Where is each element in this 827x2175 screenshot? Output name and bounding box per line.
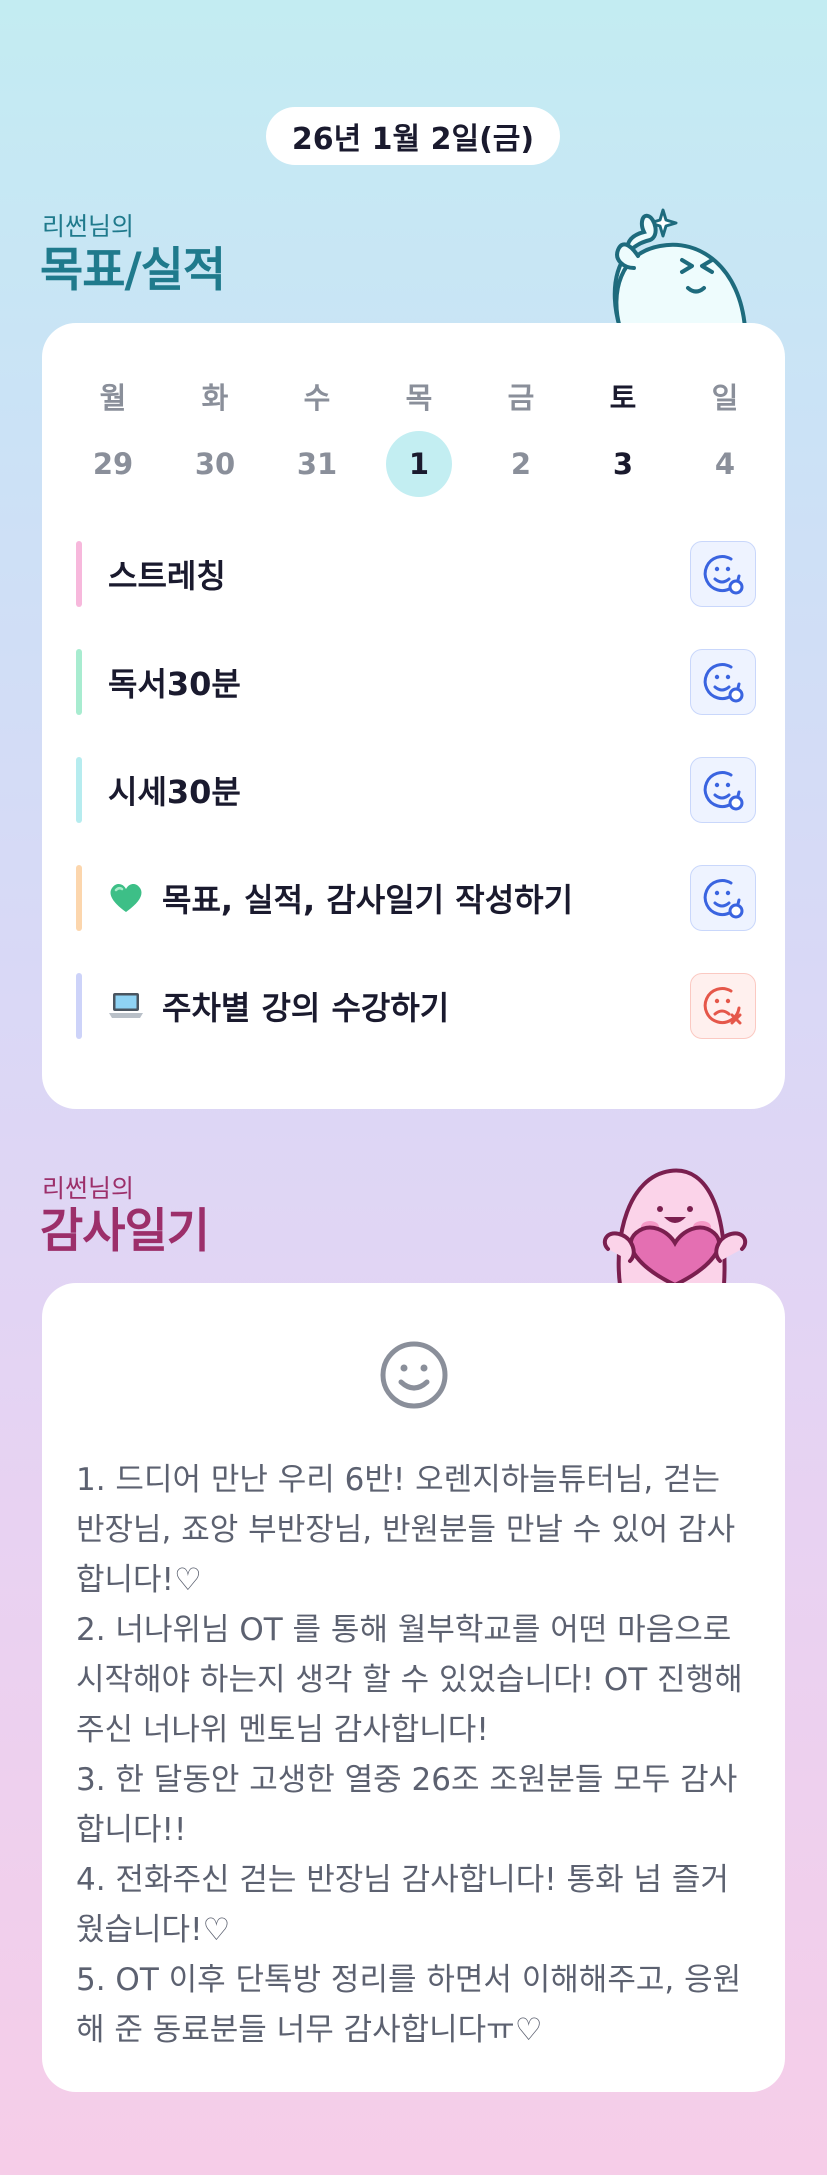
gratitude-diary-text: 1. 드디어 만난 우리 6반! 오렌지하늘튜터님, 걷는 반장님, 죠앙 부반… xyxy=(76,1455,756,2055)
weekday-label: 수 xyxy=(303,381,331,415)
goal-color-bar xyxy=(76,649,82,715)
weekday-label: 화 xyxy=(201,381,229,415)
smile-check-icon xyxy=(703,771,744,811)
goal-color-bar xyxy=(76,973,82,1039)
goal-item[interactable]: 목표, 실적, 감사일기 작성하기 xyxy=(76,865,756,931)
goal-item[interactable]: 스트레칭 xyxy=(76,541,756,607)
goal-label: 스트레칭 xyxy=(108,557,226,595)
weekday-label: 일 xyxy=(711,381,739,415)
goal-status-done-button[interactable] xyxy=(690,757,756,823)
goal-label: 주차별 강의 수강하기 xyxy=(162,989,450,1027)
goal-label: 독서30분 xyxy=(108,665,241,703)
goal-status-done-button[interactable] xyxy=(690,649,756,715)
waving-mascot-illustration xyxy=(612,208,748,328)
green-heart-icon xyxy=(108,882,144,914)
smile-face-icon xyxy=(380,1341,448,1409)
goal-status-not-done-button[interactable] xyxy=(690,973,756,1039)
diary-entry: 3. 한 달동안 고생한 열중 26조 조원분들 모두 감사합니다!! xyxy=(76,1762,738,1848)
weekday-label: 금 xyxy=(507,381,535,415)
goal-status-done-button[interactable] xyxy=(690,865,756,931)
diary-entry: 5. OT 이후 단톡방 정리를 하면서 이해해주고, 응원해 준 동료분들 너… xyxy=(76,1962,742,2048)
diary-entry: 2. 너나위님 OT 를 통해 월부학교를 어떤 마음으로 시작해야 하는지 생… xyxy=(76,1612,743,1748)
heart-hugging-mascot-illustration xyxy=(602,1168,748,1285)
calendar-day[interactable]: 29 xyxy=(62,431,164,497)
weekday-header-row: 월 화 수 목 금 토 일 xyxy=(42,375,785,417)
sad-x-icon xyxy=(703,987,742,1025)
smile-check-icon xyxy=(703,879,744,919)
calendar-day-selected[interactable]: 1 xyxy=(368,431,470,497)
weekday-label: 토 xyxy=(609,381,637,415)
smile-check-icon xyxy=(703,555,744,595)
goals-card: 월 화 수 목 금 토 일 29 30 31 1 2 3 4 스트레칭 독서30… xyxy=(42,323,785,1109)
goal-item[interactable]: 주차별 강의 수강하기 xyxy=(76,973,756,1039)
date-pill[interactable]: 26년 1월 2일(금) xyxy=(266,107,560,165)
goal-label: 목표, 실적, 감사일기 작성하기 xyxy=(162,881,574,919)
calendar-day[interactable]: 31 xyxy=(266,431,368,497)
weekday-label: 목 xyxy=(405,381,433,415)
goal-color-bar xyxy=(76,865,82,931)
gratitude-section-title: 감사일기 xyxy=(40,1204,210,1259)
calendar-day[interactable]: 3 xyxy=(572,431,674,497)
goal-item[interactable]: 독서30분 xyxy=(76,649,756,715)
goal-color-bar xyxy=(76,757,82,823)
diary-entry: 4. 전화주신 걷는 반장님 감사합니다! 통화 넘 즐거웠습니다!♡ xyxy=(76,1862,729,1948)
goal-item[interactable]: 시세30분 xyxy=(76,757,756,823)
goals-section-title: 목표/실적 xyxy=(40,243,226,298)
smile-check-icon xyxy=(703,663,744,703)
weekday-label: 월 xyxy=(99,381,127,415)
calendar-day[interactable]: 30 xyxy=(164,431,266,497)
calendar-day[interactable]: 4 xyxy=(674,431,776,497)
goal-color-bar xyxy=(76,541,82,607)
calendar-day[interactable]: 2 xyxy=(470,431,572,497)
diary-entry: 1. 드디어 만난 우리 6반! 오렌지하늘튜터님, 걷는 반장님, 죠앙 부반… xyxy=(76,1462,736,1598)
laptop-icon xyxy=(108,991,144,1021)
goal-status-done-button[interactable] xyxy=(690,541,756,607)
goal-label: 시세30분 xyxy=(108,773,241,811)
date-row: 29 30 31 1 2 3 4 xyxy=(42,431,785,497)
